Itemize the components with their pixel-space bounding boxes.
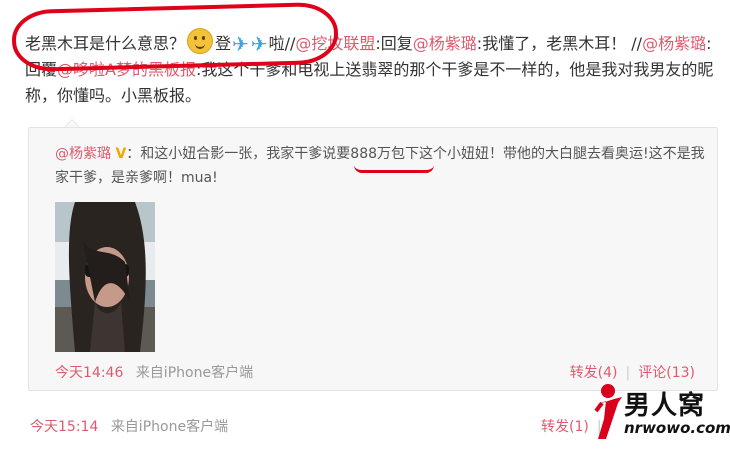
vip-badge-icon: V xyxy=(115,146,127,162)
mention-link[interactable]: @杨紫璐 xyxy=(642,34,706,53)
laughing-face-icon xyxy=(187,28,214,54)
site-watermark-logo: 男人窝 nrwowo.com xyxy=(594,381,730,445)
repost-author-link[interactable]: @杨紫璐 xyxy=(55,146,111,162)
post-forward-link[interactable]: 转发(1) xyxy=(541,419,589,435)
repost-actions: 转发(4) | 评论(13) xyxy=(570,362,695,382)
mention-link[interactable]: @挖坟联盟 xyxy=(295,34,375,53)
main-post-text: 老黑木耳是什么意思？ 登✈ ✈啦//@挖坟联盟:回复@杨紫璐:我懂了，老黑木耳！ /… xyxy=(25,28,715,109)
airplane-icon: ✈ xyxy=(232,32,249,56)
mention-link[interactable]: @哆啦A梦的黑板报 xyxy=(57,60,196,79)
post-time-link[interactable]: 今天15:14 xyxy=(30,419,98,435)
post-text-segment: :回复 xyxy=(375,34,413,53)
action-separator: | xyxy=(625,365,631,381)
repost-forward-link[interactable]: 转发(4) xyxy=(570,365,618,381)
post-source: 来自iPhone客户端 xyxy=(110,419,229,435)
repost-photo[interactable] xyxy=(55,202,155,352)
post-text-segment: 啦// xyxy=(268,34,296,53)
watermark-url: nrwowo.com xyxy=(624,419,730,437)
watermark-brand: 男人窝 xyxy=(624,391,706,421)
mention-link[interactable]: @杨紫璐 xyxy=(413,34,477,53)
repost-comment-link[interactable]: 评论(13) xyxy=(638,365,695,381)
post-text-segment: :我懂了，老黑木耳！ // xyxy=(476,34,643,53)
post-text-segment: 老黑木耳是什么意思？ xyxy=(25,34,186,53)
repost-meta: 今天14:46 来自iPhone客户端 xyxy=(55,362,253,382)
post-text-segment: 登 xyxy=(215,34,232,53)
portrait-image xyxy=(55,202,155,352)
repost-body: ：和这小妞合影一张，我家干爹说要888万包下这个小妞妞！带他的大白腿去看奥运!这… xyxy=(55,146,705,186)
post-meta: 今天15:14 来自iPhone客户端 xyxy=(30,416,228,436)
repost-time-link[interactable]: 今天14:46 xyxy=(55,365,123,381)
repost-pointer xyxy=(64,119,80,127)
repost-source: 来自iPhone客户端 xyxy=(135,365,254,381)
repost-text: @杨紫璐 V：和这小妞合影一张，我家干爹说要888万包下这个小妞妞！带他的大白腿… xyxy=(55,142,705,190)
airplane-icon: ✈ xyxy=(250,32,268,56)
